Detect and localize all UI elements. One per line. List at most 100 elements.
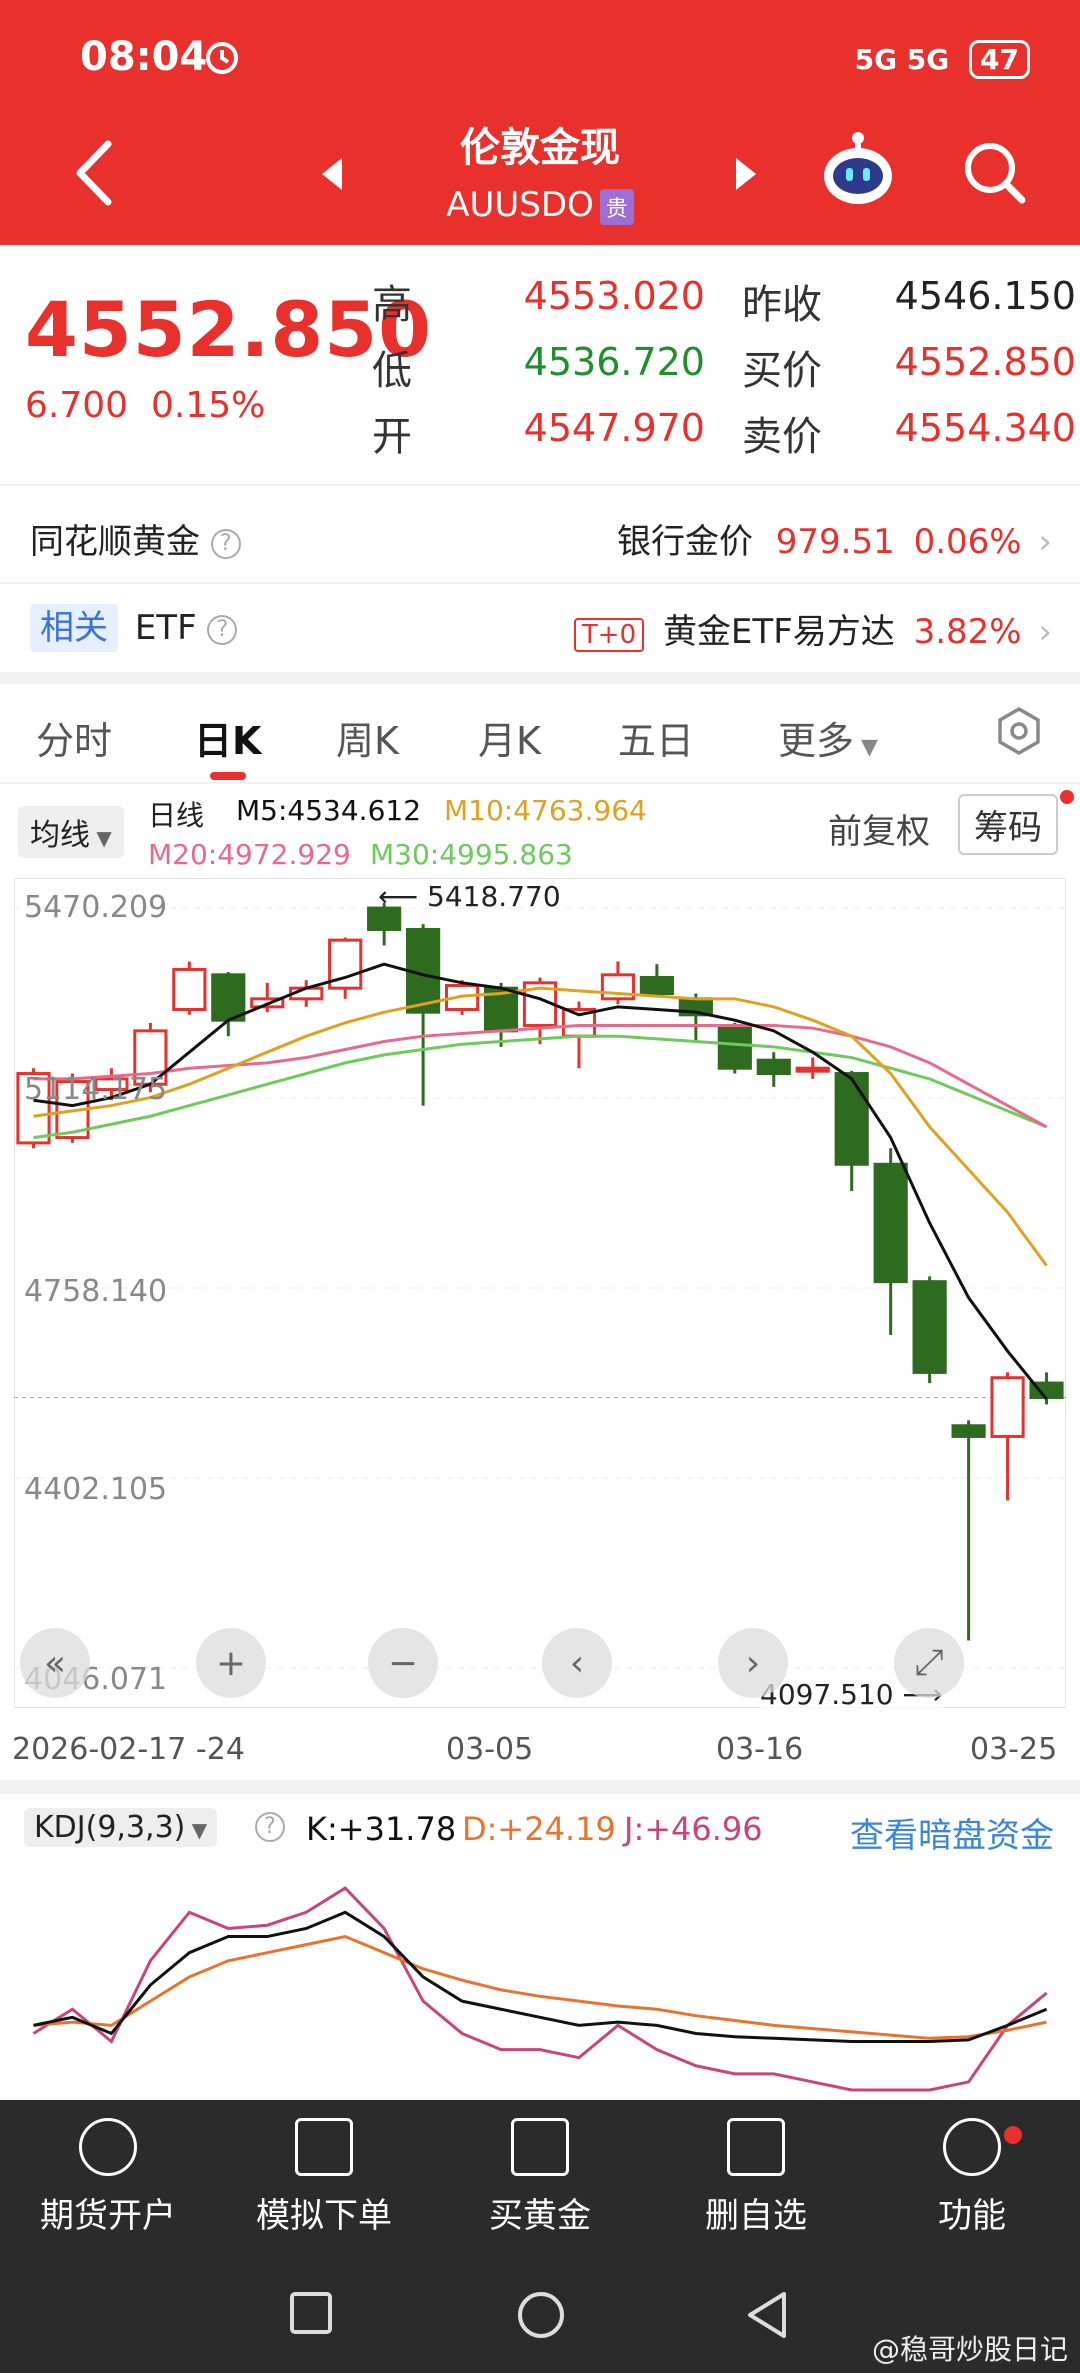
low-label: 低 [372,348,412,394]
low-value: 4536.720 [523,340,705,384]
y-tick: 5114.175 [24,1072,168,1107]
sim-order-button[interactable]: 模拟下单 [216,2118,432,2237]
search-icon[interactable] [960,138,1030,212]
chevron-right-icon: › [1038,612,1052,652]
bank-price-label: 银行金价 [616,522,753,562]
bid-value: 4552.850 [894,340,1076,384]
section-gap [0,672,1080,684]
chip-button[interactable]: 筹码 [958,794,1058,855]
dark-pool-link[interactable]: 查看暗盘资金 [850,1808,1054,1857]
tab-monthly-k[interactable]: 月K [478,710,541,765]
help-icon[interactable]: ? [255,1812,285,1842]
bank-price-pct: 0.06% [913,522,1022,562]
candle-body [951,1424,986,1438]
kdj-d-line [33,1934,1047,2040]
zoom-in-button[interactable]: + [196,1628,266,1698]
document-icon [295,2118,353,2176]
candle-body [990,1376,1025,1438]
compass-icon [79,2118,137,2176]
futures-account-label: 期货开户 [40,2196,176,2236]
kdj-j-value: J:+46.96 [624,1810,763,1848]
candle-body [834,1072,869,1166]
etf-link[interactable]: T+0 黄金ETF易方达 3.82% › [573,604,1052,653]
indicator-selector[interactable]: KDJ(9,3,3) ▼ [24,1808,218,1847]
buy-gold-button[interactable]: 买黄金 [432,2118,648,2237]
candle-body [717,1024,752,1070]
page-title: 伦敦金现 [460,125,620,171]
recent-apps-button[interactable] [288,2290,334,2340]
caret-down-icon: ▼ [185,1818,208,1842]
home-button[interactable] [516,2290,566,2344]
scroll-right-button[interactable]: › [718,1628,788,1698]
etf-name: 黄金ETF易方达 [662,612,895,652]
caret-down-icon: ▼ [854,735,878,760]
active-tab-indicator [210,772,246,780]
ma-selector[interactable]: 均线 ▼ [18,806,124,858]
remove-watchlist-label: 删自选 [705,2196,807,2236]
more-label: 更多 [778,719,855,763]
kline-chart[interactable] [14,878,1066,1708]
y-tick: 4402.105 [24,1472,168,1507]
help-icon[interactable]: ? [210,528,241,559]
daily-line-label: 日线 [148,799,205,832]
candle-body [912,1280,947,1374]
next-instrument-button[interactable] [732,156,760,196]
candle-body [873,1162,908,1284]
tab-more[interactable]: 更多 ▼ [778,710,878,765]
kdj-chart [32,1886,1048,2092]
prev-close-value: 4546.150 [894,274,1076,318]
status-icons: 5G 5G 47 [855,40,1030,79]
tab-five-day[interactable]: 五日 [618,710,694,765]
kdj-j-line [32,1886,1048,2092]
futures-account-button[interactable]: 期货开户 [0,2118,216,2237]
bank-gold-price[interactable]: 银行金价 979.51 0.06% › [617,514,1052,563]
bank-gold-row[interactable]: 同花顺黄金 ? [30,514,241,563]
zoom-out-button[interactable]: − [368,1628,438,1698]
help-icon[interactable]: ? [207,614,238,645]
t0-tag: T+0 [573,618,645,652]
header-bar: 08:04 5G 5G 47 伦敦金现 AUUSDO 贵 [0,0,1080,245]
kdj-label: KDJ(9,3,3) [34,1810,186,1845]
x-tick-date: 2026-02-17 [12,1732,187,1767]
section-gap [0,1780,1080,1794]
battery-indicator: 47 [969,40,1030,79]
last-price: 4552.850 [25,285,433,374]
etf-row[interactable]: 相关 ETF ? [30,600,238,652]
sim-order-label: 模拟下单 [256,2196,392,2236]
scroll-left-button[interactable]: ‹ [542,1628,612,1698]
tab-timeshare[interactable]: 分时 [36,710,112,765]
ask-value: 4554.340 [894,406,1076,450]
tab-daily-k[interactable]: 日K [194,710,261,765]
remove-watchlist-button[interactable]: 删自选 [648,2118,864,2237]
buy-gold-label: 买黄金 [489,2196,591,2236]
ma-selector-label: 均线 [30,818,90,853]
back-nav-button[interactable] [744,2290,790,2344]
candle-body [211,973,246,1022]
ma10-value: M10:4763.964 [444,794,647,827]
high-value: 4553.020 [523,274,705,318]
functions-button[interactable]: 功能 [864,2118,1080,2237]
fullscreen-button[interactable]: ⤢ [894,1628,964,1698]
caret-down-icon: ▼ [90,826,112,850]
settings-hexagon-icon[interactable] [994,706,1044,760]
robot-assistant-icon[interactable] [818,128,898,212]
y-tick: 4758.140 [24,1274,168,1309]
kdj-k-line [33,1910,1048,2044]
ma5-value: M5:4534.612 [236,794,422,827]
status-time: 08:04 [80,34,208,80]
app-screen: 08:04 5G 5G 47 伦敦金现 AUUSDO 贵 4552.850 6.7 [0,0,1080,2373]
candle-body [756,1058,791,1076]
divider [0,782,1080,784]
minus-box-icon [727,2118,785,2176]
related-tag: 相关 [30,604,118,652]
kdj-k-value: K:+31.78 [306,1810,457,1848]
notification-dot [1060,790,1074,804]
adjust-toggle[interactable]: 前复权 [828,804,930,853]
symbol-code: AUUSDO [446,185,594,225]
prev-close-label: 昨收 [742,282,822,328]
tab-weekly-k[interactable]: 周K [336,710,399,765]
scroll-left-fast-button[interactable]: « [20,1628,90,1698]
ma30-value: M30:4995.863 [370,838,573,871]
x-tick: 03-25 [970,1732,1058,1767]
ask-label: 卖价 [742,414,822,460]
